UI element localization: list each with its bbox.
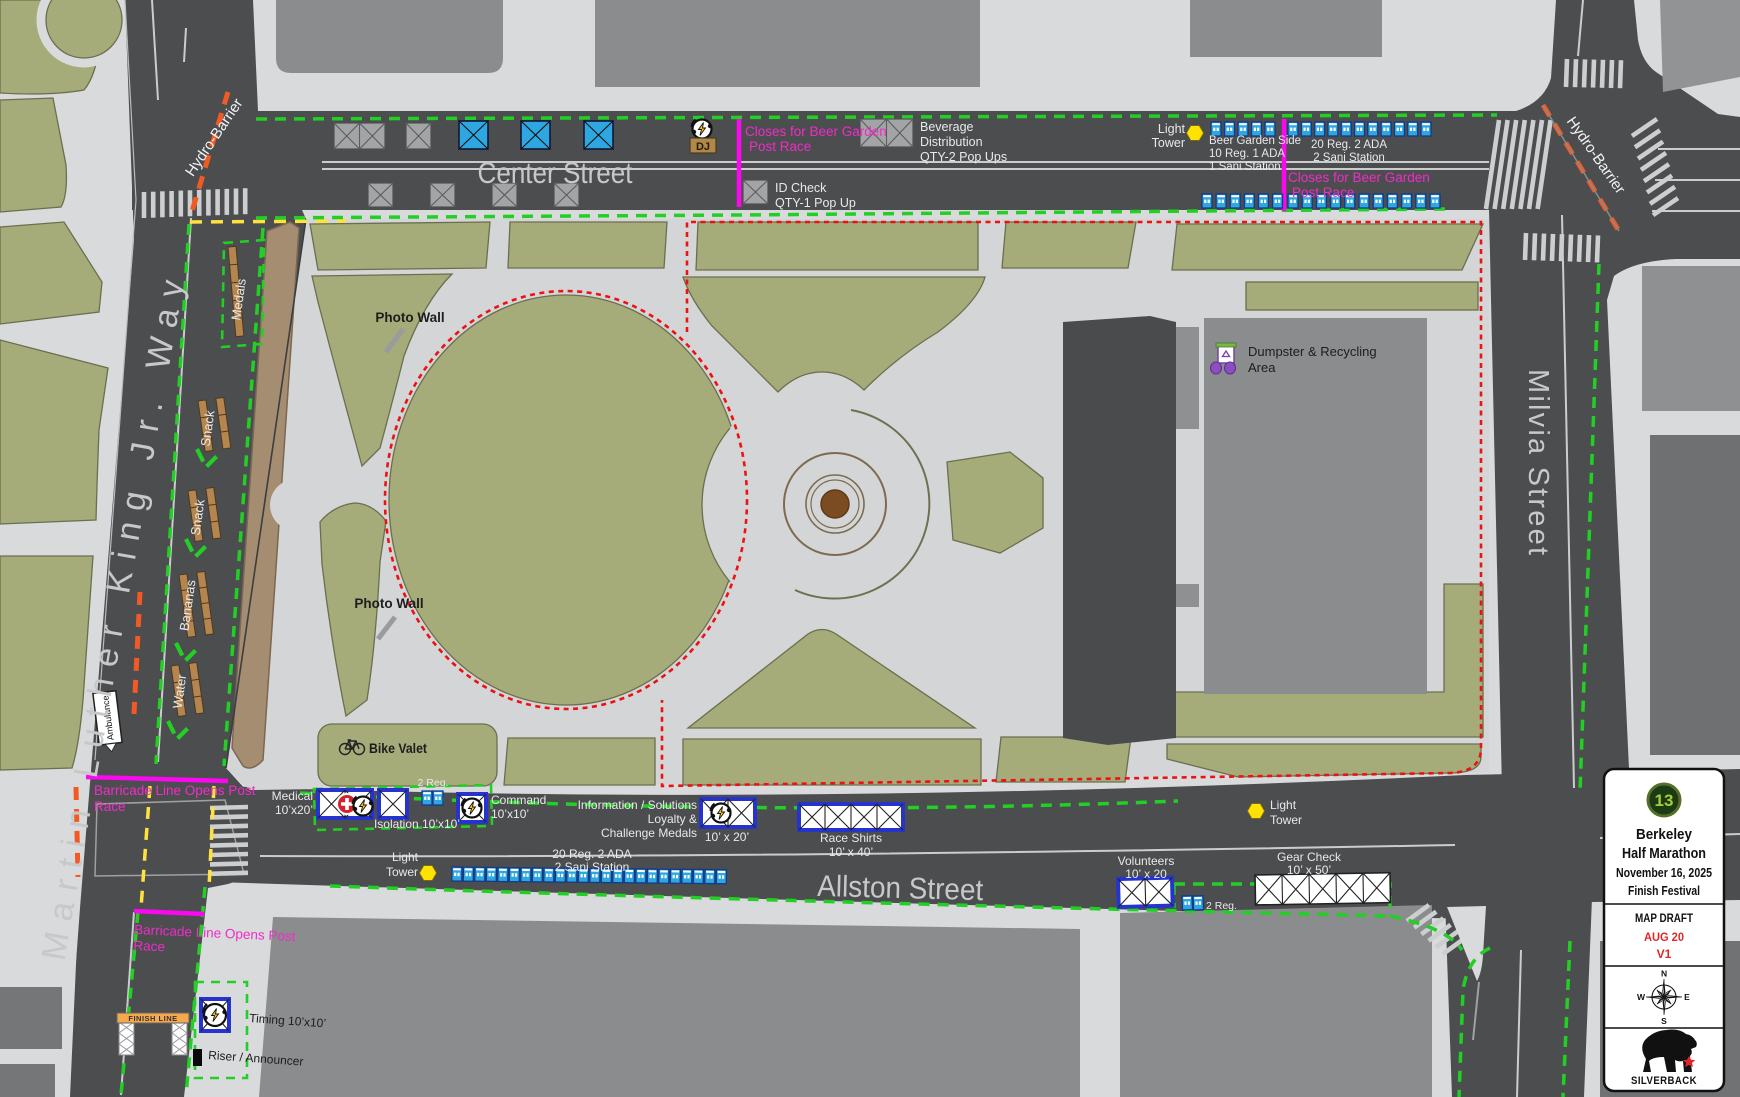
svg-text:QTY-1 Pop Up: QTY-1 Pop Up — [775, 196, 856, 210]
svg-text:Information / Solutions: Information / Solutions — [578, 798, 697, 812]
svg-text:Light: Light — [1270, 798, 1297, 812]
svg-text:Allston Street: Allston Street — [817, 870, 984, 907]
svg-text:10’ x 20’: 10’ x 20’ — [705, 830, 749, 844]
svg-text:Medical: Medical — [272, 789, 313, 803]
svg-text:Loyalty &: Loyalty & — [648, 812, 697, 826]
svg-text:Post Race: Post Race — [749, 139, 811, 154]
svg-text:QTY-2 Pop Ups: QTY-2 Pop Ups — [920, 150, 1007, 164]
svg-text:Photo Wall: Photo Wall — [354, 596, 423, 611]
svg-text:Light: Light — [392, 850, 419, 864]
svg-text:Berkeley: Berkeley — [1636, 826, 1693, 843]
svg-text:Gear Check: Gear Check — [1277, 850, 1342, 864]
svg-text:Dumpster & Recycling: Dumpster & Recycling — [1248, 344, 1377, 359]
svg-text:Bike Valet: Bike Valet — [369, 741, 427, 756]
svg-text:2 Reg.: 2 Reg. — [418, 777, 449, 789]
svg-text:Tower: Tower — [1270, 813, 1302, 827]
svg-text:Tower: Tower — [1152, 136, 1185, 150]
svg-text:Barricade Line Opens Post: Barricade Line Opens Post — [94, 783, 256, 798]
svg-text:Photo Wall: Photo Wall — [375, 310, 444, 325]
svg-text:2 Sani Station: 2 Sani Station — [555, 860, 630, 874]
svg-text:ID Check: ID Check — [775, 181, 827, 195]
svg-text:20 Reg. 2 ADA: 20 Reg. 2 ADA — [1311, 139, 1387, 151]
svg-text:S: S — [1661, 1016, 1667, 1026]
svg-text:2 Reg.: 2 Reg. — [1206, 900, 1237, 912]
svg-text:Beer Garden Side: Beer Garden Side — [1209, 135, 1301, 147]
svg-text:10’x10’: 10’x10’ — [491, 807, 529, 821]
svg-text:Race: Race — [133, 938, 165, 954]
svg-text:SILVERBACK: SILVERBACK — [1631, 1075, 1697, 1087]
svg-text:Race Shirts: Race Shirts — [820, 831, 882, 845]
svg-text:N: N — [1661, 969, 1667, 979]
svg-text:10’ x 20: 10’ x 20 — [1125, 867, 1167, 881]
svg-text:DJ: DJ — [696, 141, 710, 153]
svg-text:10’ x 50’: 10’ x 50’ — [1287, 863, 1331, 877]
svg-text:Light: Light — [1158, 122, 1186, 136]
svg-text:Post Race: Post Race — [1292, 185, 1354, 200]
svg-text:Race: Race — [94, 799, 126, 814]
svg-text:13: 13 — [1655, 791, 1674, 810]
svg-text:10’x20’: 10’x20’ — [275, 803, 313, 817]
svg-text:Isolation 10’x10’: Isolation 10’x10’ — [374, 817, 460, 831]
svg-text:2 Sani Station: 2 Sani Station — [1313, 152, 1385, 164]
svg-text:Center Street: Center Street — [478, 157, 634, 190]
svg-text:10’ x 40’: 10’ x 40’ — [829, 845, 873, 859]
svg-text:Area: Area — [1248, 360, 1276, 375]
svg-text:Beverage: Beverage — [920, 120, 974, 134]
svg-text:Closes for Beer Garden: Closes for Beer Garden — [745, 124, 887, 139]
svg-text:Tower: Tower — [386, 865, 418, 879]
svg-text:AUG 20: AUG 20 — [1644, 930, 1684, 944]
svg-text:November 16, 2025: November 16, 2025 — [1616, 865, 1712, 880]
svg-text:Half Marathon: Half Marathon — [1622, 845, 1706, 862]
svg-text:E: E — [1684, 992, 1690, 1002]
svg-text:Challenge Medals: Challenge Medals — [601, 826, 697, 840]
svg-text:Command: Command — [491, 793, 546, 807]
svg-text:W: W — [1637, 992, 1646, 1002]
svg-text:V1: V1 — [1657, 947, 1672, 961]
svg-text:Finish Festival: Finish Festival — [1628, 884, 1700, 898]
svg-text:10 Reg. 1 ADA: 10 Reg. 1 ADA — [1209, 148, 1285, 160]
svg-text:Closes for Beer Garden: Closes for Beer Garden — [1288, 170, 1430, 185]
svg-text:20 Reg. 2 ADA: 20 Reg. 2 ADA — [552, 847, 631, 861]
svg-text:Volunteers: Volunteers — [1118, 854, 1175, 868]
svg-text:Distribution: Distribution — [920, 135, 983, 149]
svg-text:FINISH LINE: FINISH LINE — [128, 1014, 177, 1023]
svg-text:1 Sani Station: 1 Sani Station — [1209, 161, 1281, 173]
svg-text:MAP DRAFT: MAP DRAFT — [1635, 911, 1694, 925]
